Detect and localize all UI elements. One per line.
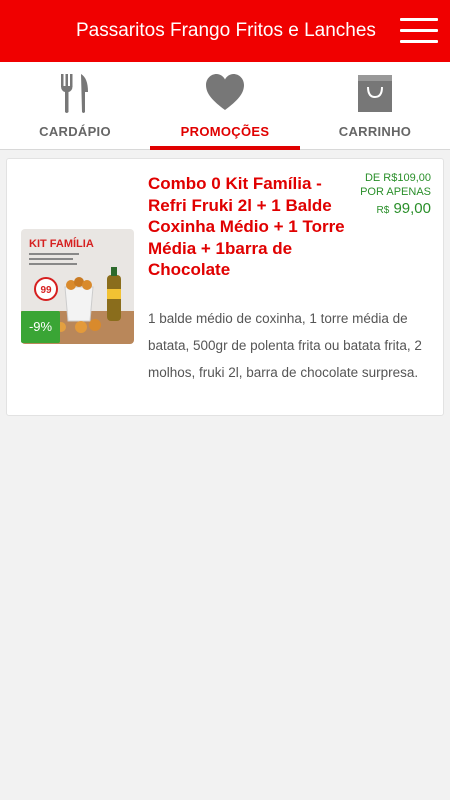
app-title: Passaritos Frango Fritos e Lanches [76, 20, 376, 41]
tab-promocoes[interactable]: PROMOÇÕES [150, 62, 300, 150]
price-block: DE R$109,00 POR APENAS R$ 99,00 [321, 171, 431, 221]
shopping-bag-icon [358, 75, 392, 112]
tab-carrinho[interactable]: CARRINHO [300, 62, 450, 150]
price-currency: R$ [376, 205, 390, 216]
tab-promocoes-label: PROMOÇÕES [180, 124, 270, 139]
tab-cardapio[interactable]: CARDÁPIO [0, 62, 150, 150]
heart-icon [206, 74, 244, 110]
tab-carrinho-label: CARRINHO [338, 124, 412, 139]
price-label: POR APENAS [360, 186, 431, 198]
app-header: Passaritos Frango Fritos e Lanches [0, 0, 450, 62]
hamburger-menu-icon[interactable] [400, 16, 438, 46]
promo-card[interactable]: KIT FAMÍLIA 99 -9% Combo 0 Kit Família -… [6, 158, 444, 416]
tab-cardapio-label: CARDÁPIO [39, 124, 111, 139]
promo-title[interactable]: Combo 0 Kit Família - Refri Fruki 2l + 1… [148, 173, 348, 281]
image-label: KIT FAMÍLIA [29, 237, 94, 250]
image-price: 99 [40, 285, 52, 296]
discount-badge: -9% [21, 311, 60, 343]
promo-description: 1 balde médio de coxinha, 1 torre média … [148, 311, 422, 380]
tab-bar: CARDÁPIO PROMOÇÕES CARRINHO [0, 62, 450, 150]
active-tab-indicator [150, 146, 300, 150]
new-price: R$ 99,00 [321, 199, 431, 221]
fork-knife-icon [61, 74, 88, 113]
price-value: 99,00 [393, 200, 431, 217]
old-price: DE R$109,00 [364, 172, 431, 184]
